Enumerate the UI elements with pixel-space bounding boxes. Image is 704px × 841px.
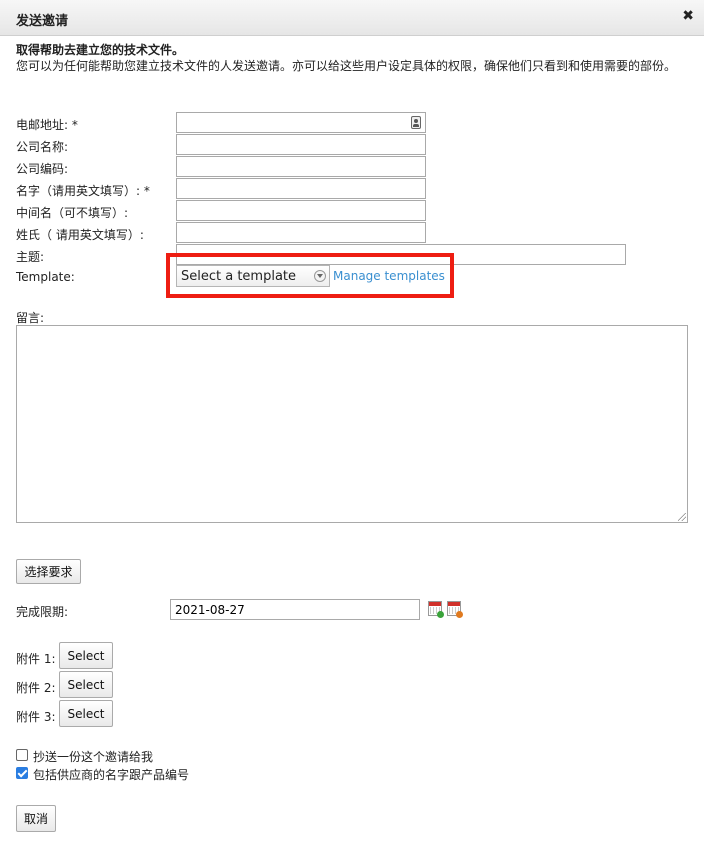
select-requirements-button[interactable]: 选择要求 [16, 559, 81, 584]
message-label: 留言: [16, 311, 45, 325]
close-icon[interactable]: ✖ [682, 8, 694, 24]
middle-name-label: 中间名（可不填写）: [16, 206, 129, 220]
deadline-field[interactable] [170, 599, 420, 620]
last-name-field[interactable] [176, 222, 426, 243]
message-textarea[interactable] [16, 325, 688, 523]
attachment-2-select-button[interactable]: Select [59, 671, 113, 698]
company-code-label: 公司编码: [16, 162, 69, 176]
company-name-field[interactable] [176, 134, 426, 155]
last-name-label: 姓氏（ 请用英文填写）: [16, 228, 144, 242]
include-supplier-label: 包括供应商的名字跟产品编号 [33, 768, 190, 782]
subject-label: 主题: [16, 250, 45, 264]
attachment-3-label: 附件 3: [16, 710, 56, 724]
attachment-2-label: 附件 2: [16, 681, 56, 695]
attachment-1-select-button[interactable]: Select [59, 642, 113, 669]
contact-card-icon[interactable] [411, 116, 421, 129]
calendar-remove-icon[interactable] [447, 601, 463, 618]
attachment-1-label: 附件 1: [16, 652, 56, 666]
first-name-label: 名字（请用英文填写）: * [16, 184, 150, 198]
dialog-titlebar: 发送邀请 ✖ [0, 0, 704, 36]
cc-me-label: 抄送一份这个邀请给我 [33, 750, 154, 764]
first-name-field[interactable] [176, 178, 426, 199]
company-name-label: 公司名称: [16, 140, 69, 154]
template-label: Template: [16, 270, 75, 284]
intro-heading: 取得帮助去建立您的技术文件。 [16, 43, 185, 57]
company-code-field[interactable] [176, 156, 426, 177]
calendar-add-icon[interactable] [428, 601, 444, 618]
middle-name-field[interactable] [176, 200, 426, 221]
cc-me-checkbox[interactable] [16, 749, 28, 761]
highlight-box [166, 253, 454, 298]
attachment-3-select-button[interactable]: Select [59, 700, 113, 727]
email-label: 电邮地址: * [16, 118, 78, 132]
intro-text: 您可以为任何能帮助您建立技术文件的人发送邀请。亦可以给这些用户设定具体的权限，确… [16, 59, 677, 73]
resize-grip-icon[interactable] [678, 513, 686, 521]
deadline-label: 完成限期: [16, 605, 69, 619]
dialog-title: 发送邀请 [16, 14, 69, 29]
include-supplier-checkbox[interactable] [16, 767, 28, 779]
cancel-button[interactable]: 取消 [16, 805, 56, 832]
email-field[interactable] [176, 112, 426, 133]
